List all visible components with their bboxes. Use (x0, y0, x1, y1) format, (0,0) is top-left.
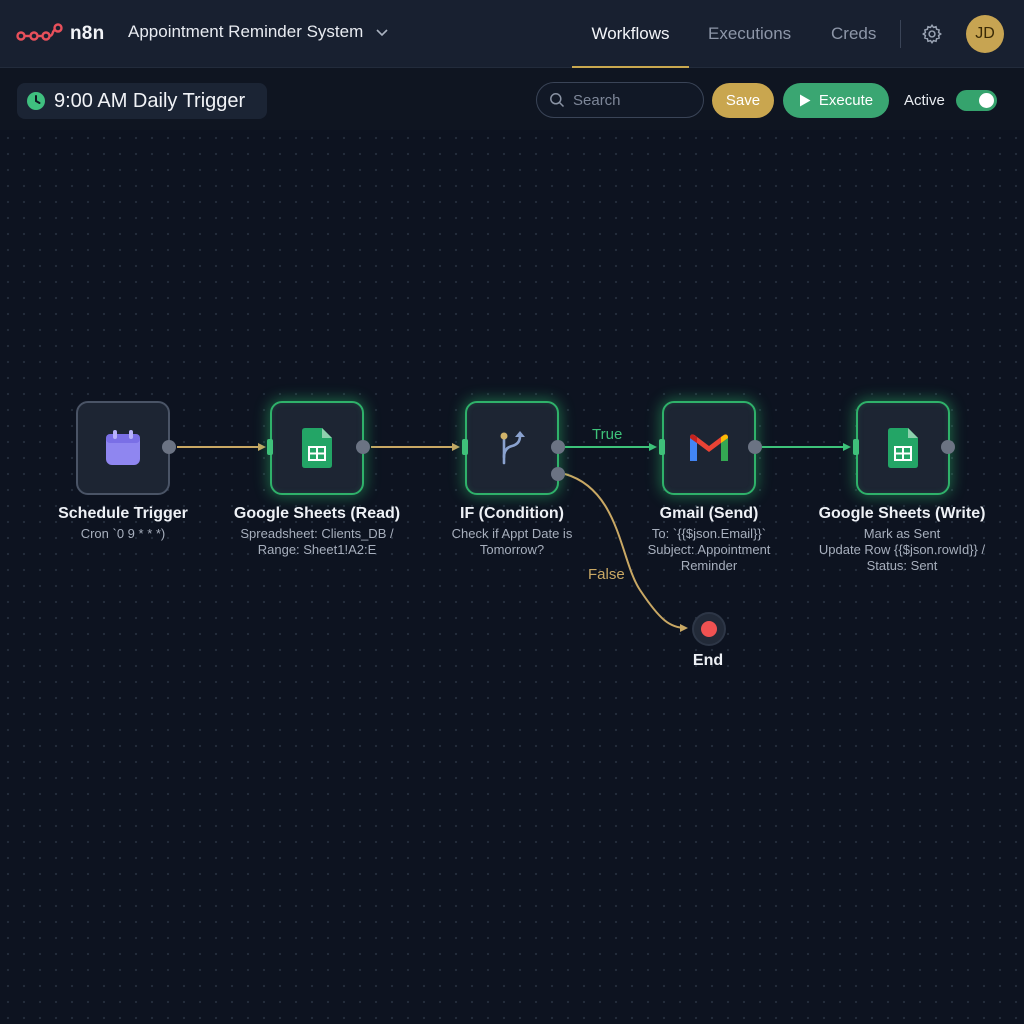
node-subtitle: Cron `0 9 * * *) (80, 526, 166, 541)
search-box[interactable] (536, 82, 704, 118)
avatar[interactable]: JD (966, 15, 1004, 53)
node-gmail-send[interactable] (662, 401, 756, 495)
node-title: Google Sheets (Write) (818, 505, 986, 522)
top-bar: n8n Appointment Reminder System Workflow… (0, 0, 1024, 68)
trigger-chip[interactable]: 9:00 AM Daily Trigger (17, 83, 267, 119)
true-output-port[interactable] (551, 440, 565, 454)
nav-executions[interactable]: Executions (708, 0, 791, 68)
node-subtitle: Tomorrow? (479, 542, 545, 557)
node-title: Schedule Trigger (58, 505, 188, 522)
output-port[interactable] (941, 440, 955, 454)
true-edge-label: True (592, 426, 623, 443)
node-subtitle: Range: Sheet1!A2:E (257, 542, 377, 557)
node-if-condition[interactable] (465, 401, 559, 495)
clock-icon (27, 92, 45, 110)
workflow-title[interactable]: Appointment Reminder System (128, 22, 389, 42)
gear-icon[interactable] (921, 23, 943, 45)
node-subtitle: Check if Appt Date is (451, 526, 573, 541)
input-port[interactable] (462, 439, 468, 455)
n8n-logo-icon (16, 23, 63, 41)
execute-button-label: Execute (818, 92, 874, 109)
node-subtitle: Update Row {{$json.rowId}} / (818, 542, 986, 557)
node-google-sheets-write[interactable] (856, 401, 950, 495)
calendar-icon (106, 430, 140, 465)
nav-workflows[interactable]: Workflows (572, 0, 689, 68)
save-button[interactable]: Save (712, 83, 774, 118)
node-subtitle: Mark as Sent (863, 526, 941, 541)
node-subtitle: Status: Sent (866, 558, 938, 573)
node-subtitle: Subject: Appointment (647, 542, 771, 557)
node-title: Gmail (Send) (659, 505, 759, 522)
node-schedule-trigger[interactable] (76, 401, 170, 495)
play-icon (799, 94, 811, 107)
toggle-knob (979, 93, 994, 108)
stop-icon (701, 621, 717, 637)
search-icon (550, 93, 565, 108)
node-title: Google Sheets (Read) (233, 505, 401, 522)
search-input[interactable] (573, 91, 693, 109)
node-subtitle: To: `{{$json.Email}}` (651, 526, 767, 541)
nav-creds[interactable]: Creds (831, 0, 876, 68)
input-port[interactable] (267, 439, 273, 455)
output-port[interactable] (356, 440, 370, 454)
input-port[interactable] (659, 439, 665, 455)
google-sheets-icon (888, 428, 918, 468)
end-label: End (692, 652, 724, 669)
node-subtitle: Reminder (680, 558, 738, 573)
output-port[interactable] (748, 440, 762, 454)
node-subtitle: Spreadsheet: Clients_DB / (240, 526, 394, 541)
branch-icon (500, 431, 525, 465)
nav-divider (900, 20, 901, 48)
workflow-title-text: Appointment Reminder System (128, 22, 364, 41)
node-google-sheets-read[interactable] (270, 401, 364, 495)
execute-button[interactable]: Execute (783, 83, 889, 118)
workflow-canvas[interactable] (0, 130, 1024, 1024)
google-sheets-icon (302, 428, 332, 468)
false-output-port[interactable] (551, 467, 565, 481)
brand-name: n8n (70, 23, 105, 44)
input-port[interactable] (853, 439, 859, 455)
output-port[interactable] (162, 440, 176, 454)
chevron-down-icon (376, 29, 388, 37)
brand[interactable]: n8n (16, 20, 104, 48)
end-node[interactable] (692, 612, 726, 646)
node-title: IF (Condition) (460, 505, 564, 522)
gmail-icon (690, 434, 728, 461)
trigger-chip-label: 9:00 AM Daily Trigger (54, 89, 246, 112)
active-toggle[interactable] (956, 90, 997, 111)
active-label: Active (904, 92, 945, 109)
